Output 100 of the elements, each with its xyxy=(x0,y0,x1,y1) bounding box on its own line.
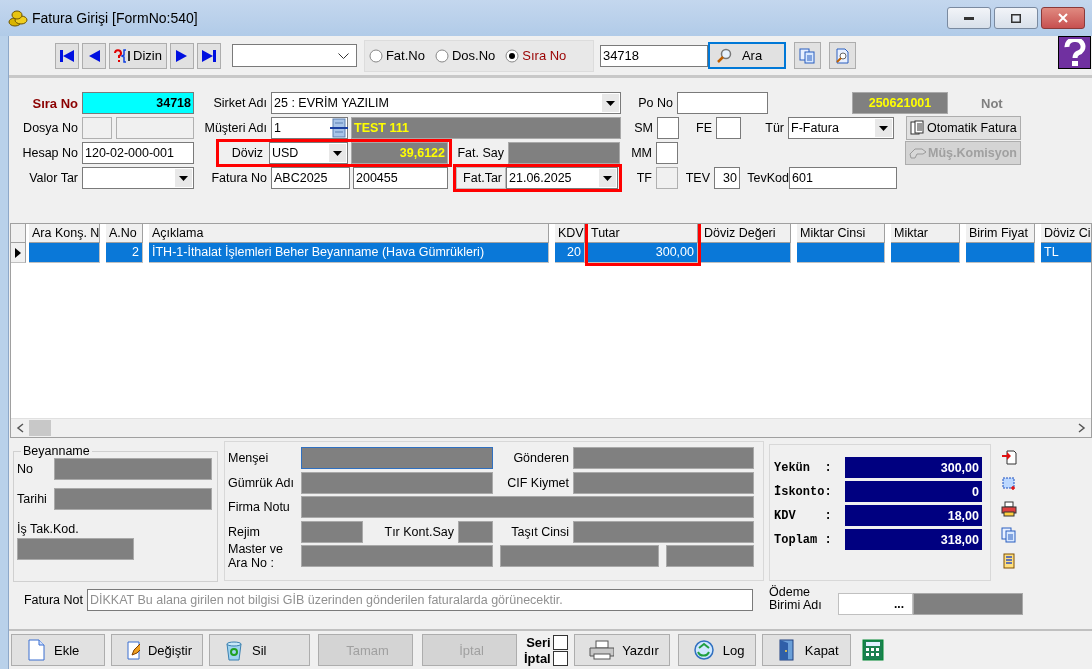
file-number-field[interactable] xyxy=(116,117,194,139)
invoice-note-field[interactable]: DİKKAT Bu alana girilen not bilgisi GİB üzerinden gönderilen faturalarda görünecektir. xyxy=(87,589,753,611)
printer-icon xyxy=(588,640,615,660)
field-label: Firma Notu xyxy=(228,500,291,514)
invoice-date-dropdown[interactable]: 21.06.2025 xyxy=(506,167,618,189)
coins-icon xyxy=(8,9,28,27)
last-record-button[interactable] xyxy=(196,42,221,69)
customer-name-field: TEST 111 xyxy=(351,117,621,139)
column-header[interactable]: Tutar xyxy=(588,224,698,243)
checkbox-label: Seri xyxy=(526,634,551,650)
edit-button[interactable]: Değiştir xyxy=(111,634,203,666)
column-header[interactable]: Birim Fiyat xyxy=(966,224,1035,243)
log-button[interactable]: Log xyxy=(677,634,756,666)
column-header[interactable]: Döviz Değeri xyxy=(701,224,791,243)
tev-field[interactable]: 30 xyxy=(714,167,740,189)
exit-button[interactable]: Kapat xyxy=(761,634,851,666)
company-dropdown[interactable]: 25 : EVRİM YAZILIM xyxy=(271,92,621,114)
field-label: No xyxy=(17,462,34,476)
checkbox-label: İptal xyxy=(524,650,551,666)
table-cell: İTH-1-İthalat İşlemleri Beher Beyanname (Hava Gümrükleri) xyxy=(149,243,549,263)
type-dropdown[interactable]: F-Fatura xyxy=(788,117,894,139)
total-value: 0 xyxy=(845,481,982,502)
sm-field[interactable] xyxy=(657,117,679,139)
column-header[interactable]: Döviz Ci xyxy=(1041,224,1091,243)
search-mode-radio[interactable]: Fat.No xyxy=(368,48,425,63)
value-date-dropdown[interactable] xyxy=(82,167,194,189)
caret-icon xyxy=(333,150,342,156)
table-cell: TL xyxy=(1041,243,1091,263)
row-indicator[interactable] xyxy=(11,243,26,263)
total-value: 318,00 xyxy=(845,529,982,550)
column-header[interactable]: A.No xyxy=(106,224,143,243)
tev-code-field[interactable]: 601 xyxy=(789,167,897,189)
checkbox[interactable] xyxy=(552,634,568,650)
search-mode-radio[interactable]: Dos.No xyxy=(434,48,496,63)
next-button[interactable] xyxy=(169,42,194,69)
skip-first-icon xyxy=(59,47,75,64)
field-label: Müşteri Adı xyxy=(203,121,268,135)
column-header[interactable]: Miktar Cinsi xyxy=(797,224,885,243)
search-field[interactable]: 34718 xyxy=(599,44,708,67)
caret-icon xyxy=(606,100,615,106)
copy-button[interactable] xyxy=(793,42,821,69)
column-header[interactable]: Ara Konş. N xyxy=(29,224,100,243)
column-header[interactable]: Açıklama xyxy=(149,224,549,243)
add-button[interactable]: Ekle xyxy=(11,634,105,666)
field-label: Sirket Adı xyxy=(212,96,268,110)
horizontal-scrollbar[interactable] xyxy=(11,418,1091,437)
printer-icon[interactable] xyxy=(1000,500,1018,518)
auto-invoice-button[interactable]: Otomatik Fatura xyxy=(906,116,1021,140)
fe-field[interactable] xyxy=(716,117,741,139)
previous-button[interactable] xyxy=(82,42,106,69)
minimize-button[interactable] xyxy=(947,7,991,29)
invoice-number-field[interactable]: 200455 xyxy=(353,167,448,189)
print-button[interactable]: Yazdır xyxy=(573,634,670,666)
table-cell xyxy=(29,243,100,263)
chevron-icon xyxy=(337,52,349,59)
field-label: Master ve Ara No : xyxy=(228,542,284,570)
po-number-field[interactable] xyxy=(677,92,768,114)
column-header[interactable]: KDV xyxy=(555,224,585,243)
mm-field[interactable] xyxy=(656,142,678,164)
field-label: TEV xyxy=(684,171,711,185)
table-cell: 300,00 xyxy=(588,243,698,263)
caret-icon xyxy=(879,125,888,131)
invoice-series-field[interactable]: ABC2025 xyxy=(271,167,350,189)
first-record-button[interactable] xyxy=(55,42,79,69)
recycle-bin-icon xyxy=(224,639,244,661)
search-mode-radio[interactable]: Sıra No xyxy=(505,48,567,63)
delete-button[interactable]: Sil xyxy=(209,634,310,666)
minimize-icon xyxy=(964,16,974,20)
total-label: İskonto: xyxy=(774,484,833,499)
file-number-field[interactable] xyxy=(82,117,112,139)
field-label: Fatura Not xyxy=(22,593,84,607)
documents-icon[interactable] xyxy=(1000,526,1018,544)
field-label: İş Tak.Kod. xyxy=(17,522,80,536)
field-label: MM xyxy=(630,146,653,160)
origin-field[interactable] xyxy=(301,447,493,469)
radio-icon xyxy=(505,48,520,63)
list-icon[interactable] xyxy=(1000,552,1018,570)
account-number-field[interactable]: 120-02-000-001 xyxy=(82,142,194,164)
table-cell: 20 xyxy=(555,243,585,263)
scrollbar-thumb[interactable] xyxy=(29,420,51,436)
checkbox[interactable] xyxy=(552,650,568,666)
currency-dropdown[interactable]: USD xyxy=(269,142,348,164)
table-cell: 2 xyxy=(106,243,143,263)
close-button[interactable] xyxy=(1041,7,1085,29)
search-type-dropdown[interactable] xyxy=(231,44,357,67)
calculator-icon[interactable] xyxy=(861,639,884,661)
sequence-number-field[interactable]: 34718 xyxy=(82,92,194,114)
customer-code-field[interactable]: 1 xyxy=(271,117,348,139)
document-arrow-icon[interactable] xyxy=(1000,448,1018,466)
help-button[interactable] xyxy=(1058,36,1091,69)
field-label: Taşıt Cinsi xyxy=(510,524,570,539)
column-header[interactable]: Miktar xyxy=(891,224,960,243)
maximize-button[interactable] xyxy=(994,7,1038,29)
index-button[interactable]: Dizin xyxy=(109,42,167,69)
preview-button[interactable] xyxy=(828,42,856,69)
radio-icon xyxy=(434,48,449,63)
search-button[interactable]: Ara xyxy=(707,42,786,69)
field-label: CIF Kiymet xyxy=(506,475,570,490)
field-label: Döviz xyxy=(230,146,264,160)
payment-unit-picker[interactable]: ... xyxy=(838,593,913,615)
